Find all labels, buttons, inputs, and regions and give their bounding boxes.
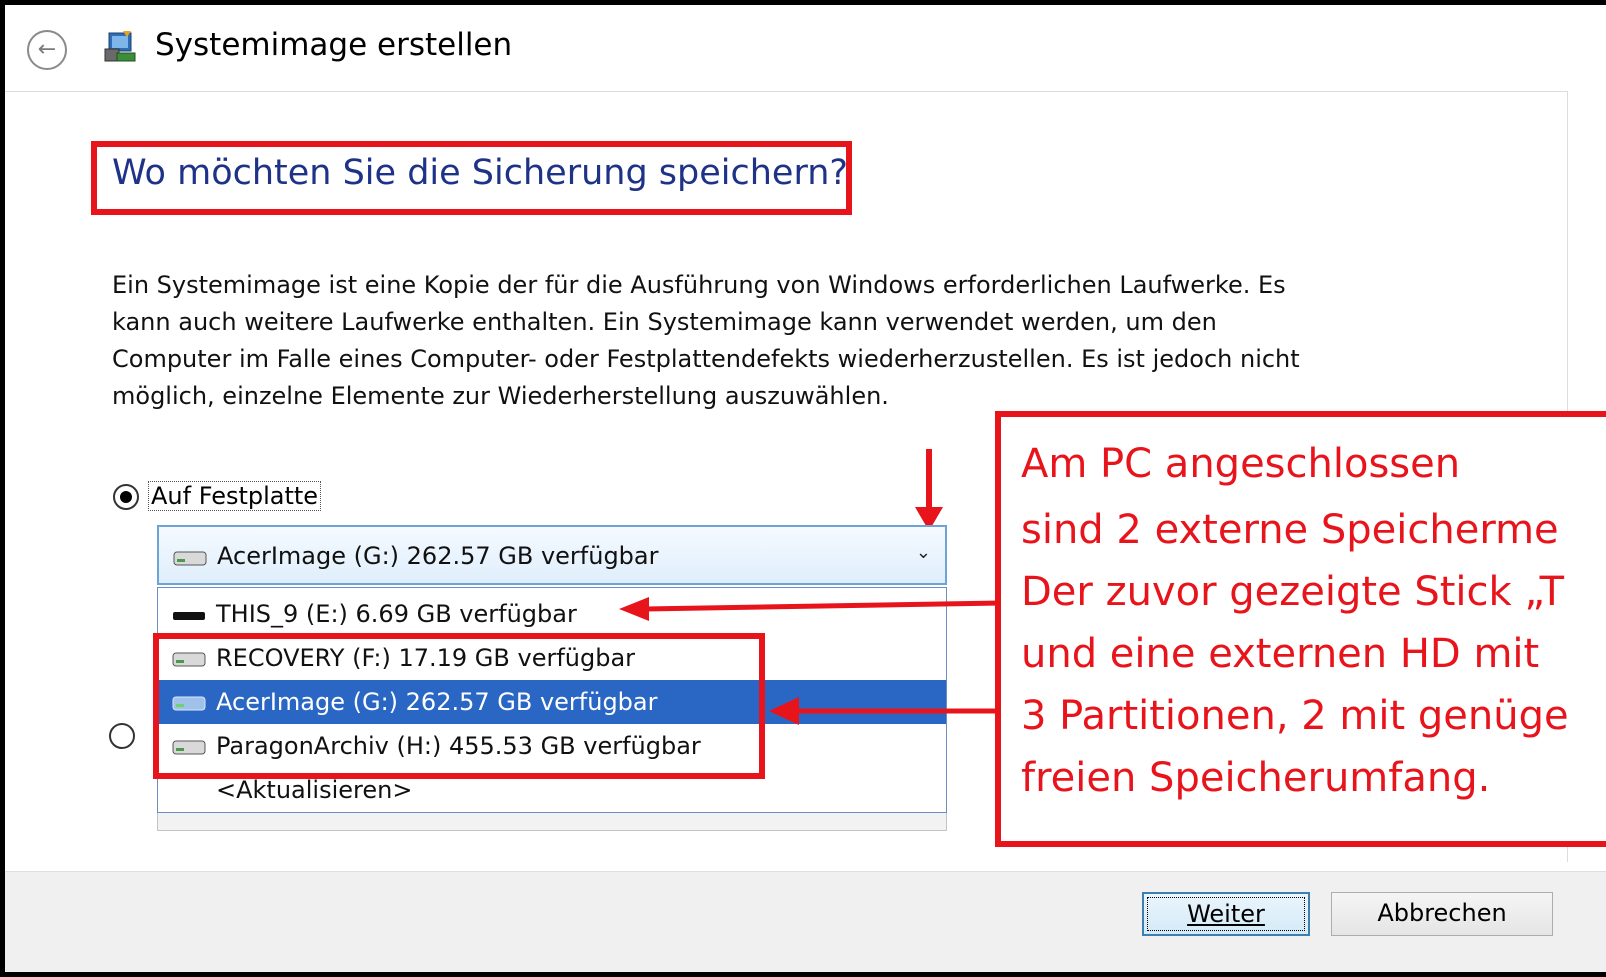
system-image-icon	[103, 29, 139, 63]
combo-selected-value: AcerImage (G:) 262.57 GB verfügbar	[217, 542, 659, 570]
description-line: möglich, einzelne Elemente zur Wiederher…	[112, 382, 889, 410]
list-item-label: <Aktualisieren>	[216, 776, 413, 804]
description-line: kann auch weitere Laufwerke enthalten. E…	[112, 308, 1217, 336]
drive-select-combobox[interactable]: AcerImage (G:) 262.57 GB verfügbar ⌄	[157, 525, 947, 585]
arrow-to-stick-annotation	[619, 597, 1002, 621]
window: ← Systemimage erstellen Wo möchten Sie d…	[0, 0, 1606, 977]
usb-stick-icon	[173, 612, 205, 620]
radio-hard-disk-label[interactable]: Auf Festplatte	[148, 481, 322, 511]
radio-hard-disk[interactable]	[113, 484, 139, 510]
next-button[interactable]: Weiter	[1142, 892, 1310, 936]
cancel-button-label: Abbrechen	[1377, 899, 1507, 927]
secondary-combobox	[157, 811, 947, 831]
back-arrow-icon[interactable]: ←	[27, 30, 67, 70]
down-arrow-annotation	[915, 449, 943, 531]
description-text: Ein Systemimage ist eine Kopie der für d…	[112, 267, 1412, 415]
list-item-label: THIS_9 (E:) 6.69 GB verfügbar	[216, 600, 577, 628]
description-line: Computer im Falle eines Computer- oder F…	[112, 345, 1300, 373]
dialog-footer: Weiter Abbrechen	[5, 871, 1606, 972]
cancel-button[interactable]: Abbrechen	[1331, 892, 1553, 936]
hard-drive-icon	[173, 551, 207, 566]
annotation-line: freien Speicherumfang.	[1021, 755, 1491, 801]
description-line: Ein Systemimage ist eine Kopie der für d…	[112, 271, 1286, 299]
annotation-line: und eine externen HD mit	[1021, 631, 1540, 677]
heading-highlight-box	[91, 141, 852, 215]
annotation-line: Am PC angeschlossen	[1021, 441, 1461, 487]
annotation-line: sind 2 externe Speicherme	[1021, 507, 1559, 553]
window-title: Systemimage erstellen	[155, 27, 513, 63]
arrow-to-partitions-annotation	[769, 697, 1001, 725]
title-bar: ← Systemimage erstellen	[5, 5, 1606, 91]
radio-second-option[interactable]	[109, 723, 135, 749]
annotation-line: Der zuvor gezeigte Stick „T	[1021, 569, 1565, 615]
focus-ring	[1147, 897, 1305, 931]
annotation-callout: Am PC angeschlossen sind 2 externe Speic…	[995, 411, 1606, 847]
chevron-down-icon[interactable]: ⌄	[916, 542, 931, 563]
annotation-line: 3 Partitionen, 2 mit genüge	[1021, 693, 1569, 739]
partitions-highlight-box	[153, 633, 765, 779]
